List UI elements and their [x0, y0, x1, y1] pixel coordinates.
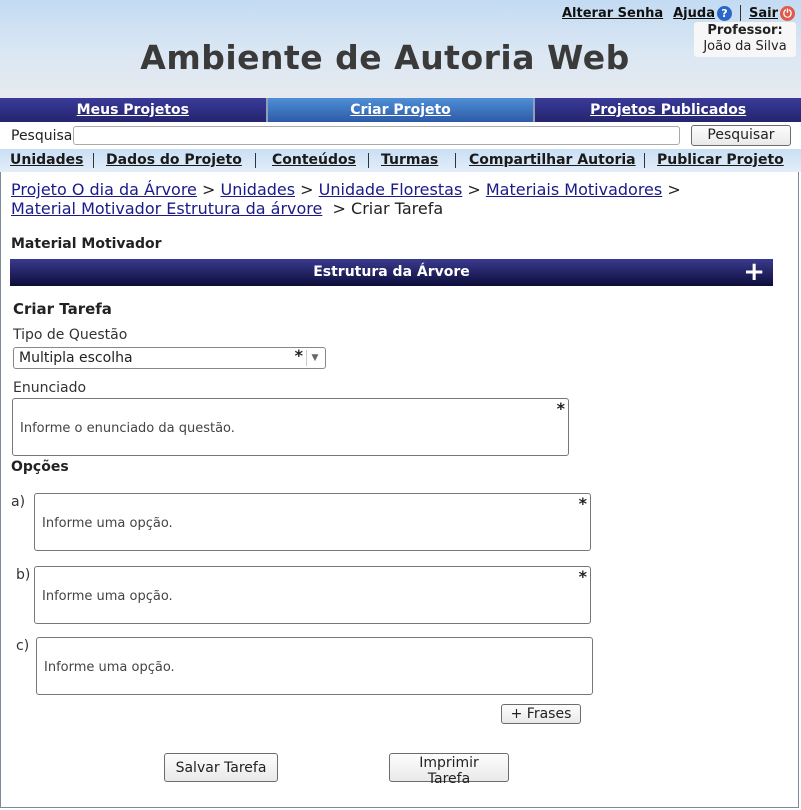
breadcrumb-separator: >: [300, 180, 314, 199]
tab-criar-projeto[interactable]: Criar Projeto: [267, 98, 536, 122]
required-icon: *: [567, 496, 587, 515]
material-bar[interactable]: Estrutura da Árvore +: [10, 259, 773, 286]
help-link[interactable]: Ajuda: [673, 6, 715, 21]
tab-meus-projetos[interactable]: Meus Projetos: [0, 98, 268, 122]
breadcrumb-separator: >: [332, 199, 346, 218]
breadcrumb-link[interactable]: Unidades: [220, 180, 295, 199]
form-heading: Criar Tarefa: [13, 300, 112, 318]
material-heading: Material Motivador: [11, 236, 162, 252]
divider: [93, 153, 94, 168]
subnav-conteudos[interactable]: Conteúdos: [272, 152, 356, 168]
breadcrumb-link[interactable]: Material Motivador Estrutura da árvore: [11, 199, 322, 218]
subnav-unidades[interactable]: Unidades: [10, 152, 83, 168]
required-icon: *: [567, 569, 587, 588]
material-title: Estrutura da Árvore: [313, 264, 470, 280]
option-letter: a): [11, 494, 26, 510]
save-task-button[interactable]: Salvar Tarefa: [164, 753, 278, 782]
add-phrases-button[interactable]: + Frases: [501, 704, 581, 724]
main-nav: Meus Projetos Criar Projeto Projetos Pub…: [0, 98, 801, 122]
options-heading: Opções: [11, 459, 69, 475]
expand-icon[interactable]: +: [743, 259, 765, 286]
question-type-select[interactable]: Multipla escolha * ▼: [13, 347, 326, 369]
print-task-button[interactable]: Imprimir Tarefa: [389, 753, 509, 787]
logout-link[interactable]: Sair: [749, 6, 778, 21]
option-letter: b): [16, 567, 31, 583]
change-password-link[interactable]: Alterar Senha: [562, 6, 663, 21]
option-placeholder: Informe uma opção.: [42, 589, 173, 604]
help-icon[interactable]: ?: [716, 5, 732, 21]
breadcrumb-link[interactable]: Projeto O dia da Árvore: [11, 180, 197, 199]
search-label: Pesquisa: [11, 128, 73, 144]
breadcrumb-link[interactable]: Materiais Motivadores: [486, 180, 662, 199]
divider: [368, 153, 369, 168]
divider: [255, 153, 256, 168]
breadcrumb-link[interactable]: Unidade Florestas: [319, 180, 463, 199]
breadcrumb-separator: >: [667, 180, 681, 199]
divider: [644, 153, 645, 168]
subnav-publicar-projeto[interactable]: Publicar Projeto: [657, 152, 784, 168]
subnav-compartilhar-autoria[interactable]: Compartilhar Autoria: [469, 152, 636, 168]
subnav-dados-do-projeto[interactable]: Dados do Projeto: [106, 152, 242, 168]
option-placeholder: Informe uma opção.: [44, 660, 175, 675]
question-type-label: Tipo de Questão: [13, 327, 128, 343]
user-role-label: Professor:: [707, 23, 783, 38]
statement-label: Enunciado: [13, 380, 87, 396]
divider: [739, 5, 741, 21]
project-nav: Unidades Dados do Projeto Conteúdos Turm…: [0, 149, 801, 172]
tab-projetos-publicados[interactable]: Projetos Publicados: [535, 98, 801, 122]
statement-field[interactable]: Informe o enunciado da questão. *: [12, 398, 569, 456]
option-placeholder: Informe uma opção.: [42, 516, 173, 531]
option-field-c[interactable]: Informe uma opção.: [36, 637, 593, 695]
power-icon[interactable]: ⏻: [780, 5, 795, 21]
divider: [455, 153, 456, 168]
chevron-down-icon[interactable]: ▼: [306, 350, 323, 366]
search-button[interactable]: Pesquisar: [691, 125, 791, 146]
breadcrumb-separator: >: [467, 180, 481, 199]
header: Alterar Senha Ajuda ? Sair ⏻ Professor: …: [0, 0, 801, 99]
required-icon: *: [283, 348, 303, 367]
search-bar: Pesquisa Pesquisar: [0, 122, 801, 149]
option-field-a[interactable]: Informe uma opção. *: [34, 493, 591, 551]
option-letter: c): [16, 638, 30, 654]
statement-placeholder: Informe o enunciado da questão.: [20, 421, 235, 436]
search-input[interactable]: [73, 126, 680, 145]
app-title: Ambiente de Autoria Web: [140, 38, 630, 77]
breadcrumb-separator: >: [201, 180, 216, 199]
required-icon: *: [545, 401, 565, 420]
subnav-turmas[interactable]: Turmas: [381, 152, 438, 168]
breadcrumb-current: Criar Tarefa: [351, 199, 444, 218]
breadcrumb: Projeto O dia da Árvore > Unidades > Uni…: [11, 180, 771, 218]
question-type-value: Multipla escolha: [19, 350, 133, 366]
option-field-b[interactable]: Informe uma opção. *: [34, 566, 591, 624]
top-links: Alterar Senha Ajuda ? Sair ⏻: [562, 3, 795, 23]
